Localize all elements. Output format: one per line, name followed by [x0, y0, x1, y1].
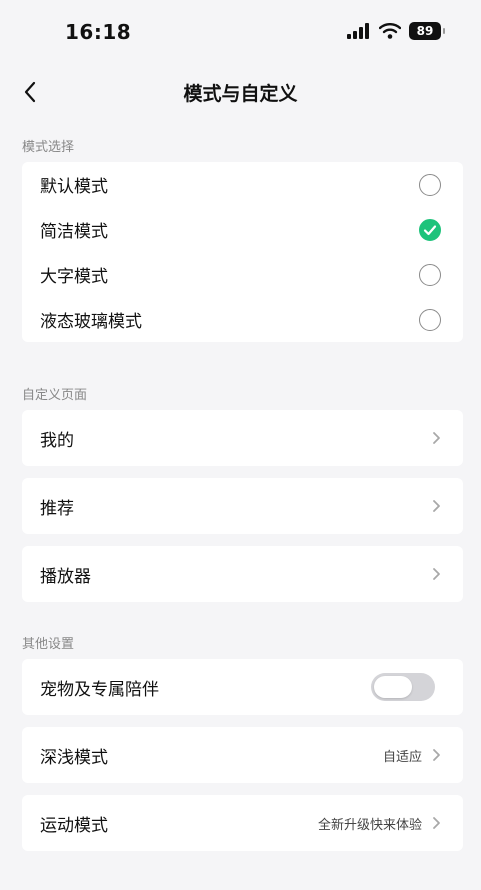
pet-companion-toggle[interactable]	[371, 673, 435, 701]
pet-companion-row: 宠物及专属陪伴	[22, 659, 463, 715]
custom-page-mine[interactable]: 我的	[22, 410, 463, 466]
battery-icon: 89	[409, 22, 445, 40]
custom-page-label: 我的	[40, 430, 74, 451]
radio-checked-icon[interactable]	[419, 218, 441, 241]
mode-option-default[interactable]: 默认模式	[22, 162, 463, 207]
mode-settings-page: 16:18 89 模式与自定义 模式选择 默认模式 简洁模式 大字模式 液态玻璃…	[0, 0, 481, 890]
toggle-knob	[374, 676, 412, 698]
dark-mode-row[interactable]: 深浅模式 自适应	[22, 727, 463, 783]
custom-page-recommend[interactable]: 推荐	[22, 478, 463, 534]
status-bar: 16:18 89	[0, 0, 481, 64]
mode-option-label: 默认模式	[40, 177, 108, 197]
custom-page-player[interactable]: 播放器	[22, 546, 463, 602]
mode-option-simple[interactable]: 简洁模式	[22, 207, 463, 252]
sport-mode-value: 全新升级快来体验	[317, 817, 422, 833]
nav-bar: 模式与自定义	[0, 70, 481, 114]
radio-unchecked-icon[interactable]	[419, 263, 441, 286]
checkmark-icon	[423, 224, 437, 235]
section-header-mode: 模式选择	[22, 140, 75, 155]
chevron-right-icon	[433, 749, 440, 761]
pet-companion-label: 宠物及专属陪伴	[40, 679, 159, 700]
radio-unchecked-icon[interactable]	[419, 308, 441, 331]
mode-card: 默认模式 简洁模式 大字模式 液态玻璃模式	[22, 162, 463, 342]
mode-option-label: 液态玻璃模式	[40, 312, 142, 332]
status-icons: 89	[347, 22, 445, 40]
chevron-right-icon	[433, 500, 440, 512]
sport-mode-label: 运动模式	[40, 815, 108, 836]
dark-mode-label: 深浅模式	[40, 747, 108, 768]
custom-page-label: 推荐	[40, 498, 74, 519]
chevron-right-icon	[433, 432, 440, 444]
sport-mode-row[interactable]: 运动模式 全新升级快来体验	[22, 795, 463, 851]
chevron-right-icon	[433, 568, 440, 580]
chevron-right-icon	[433, 817, 440, 829]
custom-page-label: 播放器	[40, 566, 91, 587]
dark-mode-value: 自适应	[382, 749, 422, 765]
status-time: 16:18	[65, 20, 132, 44]
mode-option-label: 大字模式	[40, 267, 108, 287]
wifi-icon	[379, 23, 401, 39]
mode-option-large-text[interactable]: 大字模式	[22, 252, 463, 297]
section-header-other: 其他设置	[22, 637, 75, 652]
mode-option-liquid-glass[interactable]: 液态玻璃模式	[22, 297, 463, 342]
battery-level: 89	[416, 24, 434, 38]
section-header-custom: 自定义页面	[22, 388, 88, 403]
mode-option-label: 简洁模式	[40, 222, 108, 242]
cellular-signal-icon	[347, 23, 369, 39]
radio-unchecked-icon[interactable]	[419, 173, 441, 196]
page-title: 模式与自定义	[183, 83, 298, 105]
